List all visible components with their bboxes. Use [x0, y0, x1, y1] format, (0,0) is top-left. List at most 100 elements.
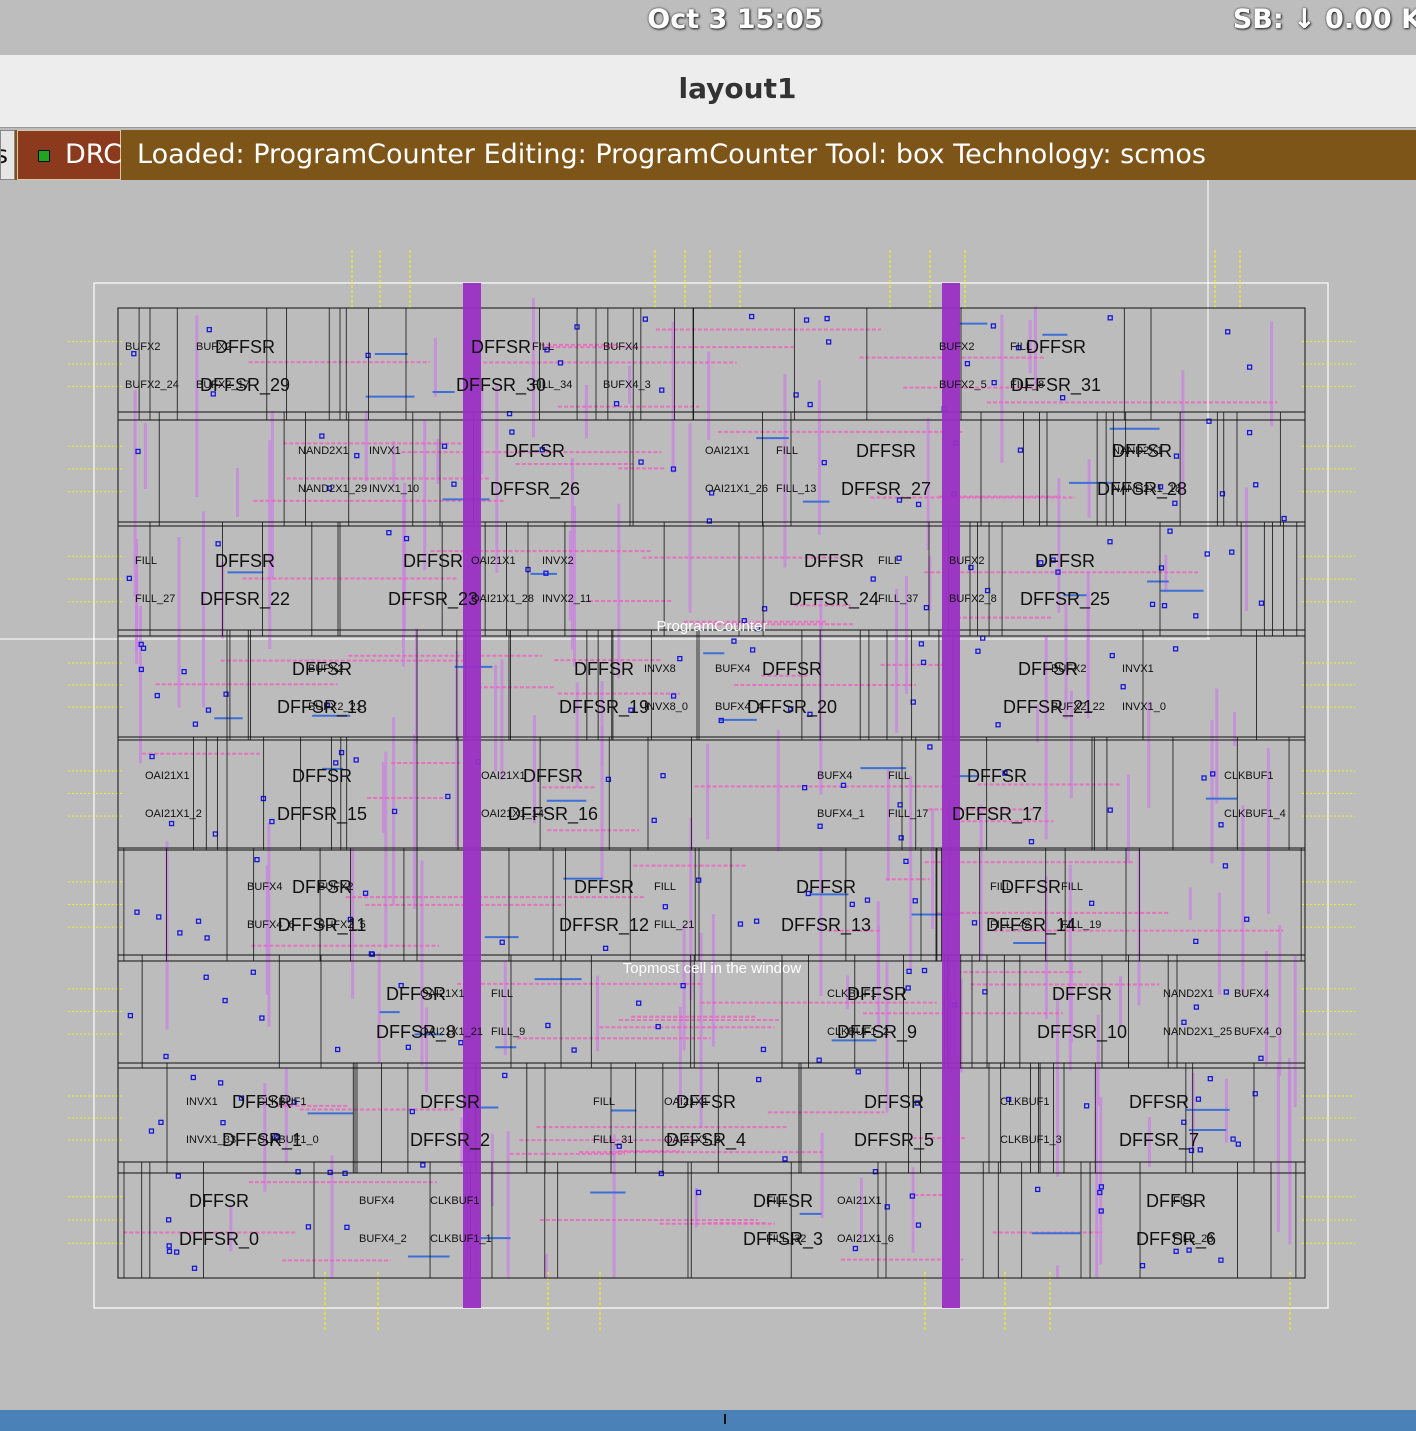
cell-type-label: DFFSR [804, 551, 864, 571]
small-cell-type-label: OAI21X1 [481, 770, 526, 782]
power-rail-right [942, 283, 960, 1308]
small-cell-type-label: FILL [135, 555, 157, 567]
cell-instance-label: DFFSR_0 [179, 1229, 259, 1250]
small-cell-type-label: FILL [776, 445, 798, 457]
small-cell-instance-label: BUFX2_5 [939, 379, 987, 391]
small-cell-instance-label: FILL_23 [1173, 1233, 1213, 1245]
small-cell-instance-label: INVX1_33 [186, 1134, 236, 1146]
small-cell-instance-label: OAI21X1_6 [837, 1233, 894, 1245]
small-cell-type-label: BUFX4 [247, 881, 282, 893]
small-cell-instance-label: CLKBUF1_1 [430, 1233, 492, 1245]
small-cell-type-label: BUFX2 [308, 663, 343, 675]
small-cell-instance-label: FILL_32 [766, 1233, 806, 1245]
cell-type-label: DFFSR [505, 441, 565, 461]
topmost-cell-label: Topmost cell in the window [623, 960, 802, 977]
cell-instance-label: DFFSR_25 [1020, 589, 1110, 610]
cell-instance-label: DFFSR_23 [388, 589, 478, 610]
small-cell-instance-label: BUFX2_17 [196, 379, 250, 391]
small-cell-instance-label: OAI21X1_3 [664, 1134, 721, 1146]
power-rail-left [463, 283, 481, 1308]
small-cell-type-label: BUFX2 [949, 555, 984, 567]
small-cell-type-label: NAND2X1 [298, 445, 349, 457]
small-cell-instance-label: BUFX2_5 [318, 919, 366, 931]
small-cell-instance-label: OAI21X1_2 [145, 808, 202, 820]
small-cell-instance-label: FILL_21 [654, 919, 694, 931]
small-cell-type-label: BUFX4 [715, 663, 750, 675]
small-cell-type-label: CLKBUF1 [827, 988, 877, 1000]
small-cell-type-label: CLKBUF1 [257, 1096, 307, 1108]
small-cell-type-label: INVX1 [369, 445, 401, 457]
small-cell-instance-label: INVX1_0 [1122, 701, 1166, 713]
small-cell-instance-label: BUFX4_3 [603, 379, 651, 391]
small-cell-instance-label: OAI21X1_28 [471, 593, 534, 605]
cell-type-label: DFFSR [967, 766, 1027, 786]
small-cell-instance-label: CLKBUF1_0 [257, 1134, 319, 1146]
small-cell-type-label: FILL [878, 555, 900, 567]
small-cell-instance-label: FILL_9 [491, 1026, 525, 1038]
layout-drawing[interactable]: DFFSRDFFSR_29DFFSRDFFSR_30DFFSRDFFSR_31D… [0, 180, 1416, 1410]
small-cell-type-label: BUFX2 [939, 341, 974, 353]
small-cell-type-label: OAI21X1 [145, 770, 190, 782]
layout-canvas[interactable]: DFFSR DFFSR_29 DFFSR DFFSR_30 DFFSR DFFSR_31 D… [0, 180, 1416, 1410]
cell-bounding-box [93, 282, 1329, 1309]
window-titlebar[interactable]: layout1 [0, 55, 1416, 128]
small-cell-instance-label: FILL_13 [776, 483, 816, 495]
small-cell-type-label: FILL [990, 881, 1012, 893]
small-cell-type-label: FILL [888, 770, 910, 782]
cell-type-label: DFFSR [420, 1092, 480, 1112]
cell-type-label: DFFSR [1052, 984, 1112, 1004]
cell-type-label: DFFSR [403, 551, 463, 571]
small-cell-instance-label: FILL_17 [888, 808, 928, 820]
small-cell-type-label: BUFX4 [359, 1195, 394, 1207]
small-cell-type-label: FILL [654, 881, 676, 893]
top-bar: Oct 3 15:05 SB: ↓ 0.00 K [0, 0, 1416, 55]
small-cell-instance-label: FILL_27 [135, 593, 175, 605]
status-message: Loaded: ProgramCounter Editing: ProgramC… [137, 139, 1206, 170]
cell-instance-label: DFFSR_12 [559, 915, 649, 936]
cell-instance-label: DFFSR_22 [200, 589, 290, 610]
small-cell-instance-label: BUFX2_8 [949, 593, 997, 605]
cell-instance-label: DFFSR_5 [854, 1130, 934, 1151]
clock[interactable]: Oct 3 15:05 [0, 4, 1416, 35]
small-cell-instance-label: FILL_8 [1010, 379, 1044, 391]
small-cell-type-label: FILL [1173, 1195, 1195, 1207]
small-cell-type-label: NAND2X1 [1112, 445, 1163, 457]
small-cell-type-label: INVX8 [644, 663, 676, 675]
small-cell-type-label: OAI21X1 [837, 1195, 882, 1207]
small-cell-type-label: CLKBUF1 [1000, 1096, 1050, 1108]
small-cell-instance-label: BUFX2_24 [125, 379, 179, 391]
small-cell-instance-label: NAND2X1_18 [1112, 483, 1181, 495]
small-cell-type-label: FILL [532, 341, 554, 353]
small-cell-instance-label: NAND2X1_29 [298, 483, 367, 495]
cell-type-label: DFFSR [864, 1092, 924, 1112]
window-title: layout1 [678, 72, 797, 105]
cell-instance-label: DFFSR_26 [490, 479, 580, 500]
cell-type-label: DFFSR [523, 766, 583, 786]
small-cell-instance-label: INVX1_10 [369, 483, 419, 495]
drc-label: DRC [65, 139, 123, 170]
bottom-scrollbar[interactable] [0, 1410, 1416, 1431]
scroll-position-marker [724, 1414, 726, 1424]
small-cell-type-label: BUFX2 [318, 881, 353, 893]
tab-partial[interactable]: s [0, 130, 15, 180]
small-cell-instance-label: BUFX4_2 [359, 1233, 407, 1245]
small-cell-type-label: BUFX2 [1051, 663, 1086, 675]
small-cell-instance-label: FILL_34 [532, 379, 572, 391]
cell-instance-label: DFFSR_10 [1037, 1022, 1127, 1043]
small-cell-instance-label: FILL_31 [593, 1134, 633, 1146]
small-cell-instance-label: BUFX4_4 [715, 701, 763, 713]
cell-type-label: DFFSR [1035, 551, 1095, 571]
drc-button[interactable]: DRC [17, 130, 123, 180]
small-cell-instance-label: CLKBUF1_4 [1224, 808, 1286, 820]
cell-instance-label: DFFSR_24 [789, 589, 879, 610]
small-cell-type-label: CLKBUF1 [1224, 770, 1274, 782]
small-cell-type-label: BUFX2 [125, 341, 160, 353]
cell-instance-label: DFFSR_7 [1119, 1130, 1199, 1151]
small-cell-type-label: FILL [593, 1096, 615, 1108]
cell-type-label: DFFSR [1026, 337, 1086, 357]
small-cell-instance-label: INVX8_0 [644, 701, 688, 713]
small-cell-type-label: OAI21X1 [420, 988, 465, 1000]
small-cell-type-label: FILL [766, 1195, 788, 1207]
cell-type-label: DFFSR [762, 659, 822, 679]
cell-type-label: DFFSR [574, 877, 634, 897]
